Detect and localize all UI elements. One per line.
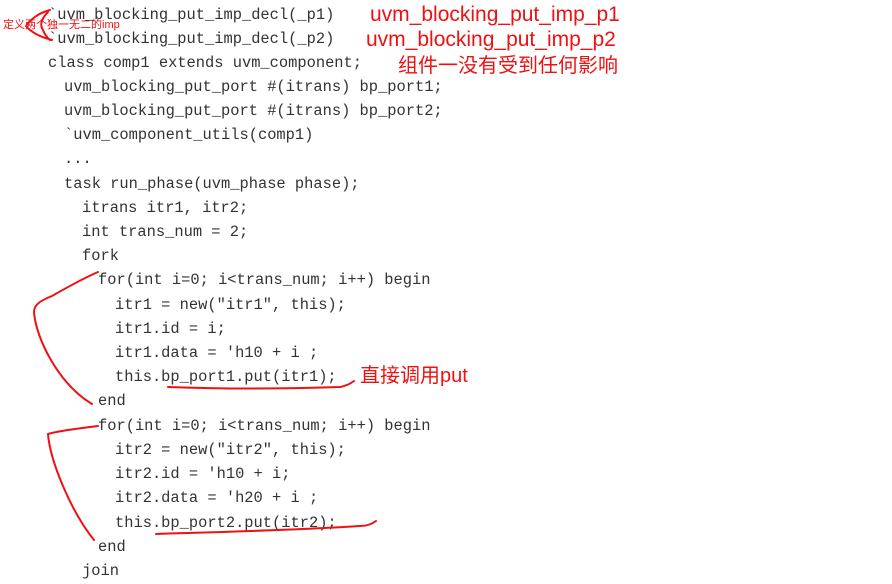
- annotation-component-note: 组件一没有受到任何影响: [398, 55, 618, 77]
- code-line: end: [98, 538, 126, 556]
- brace-stroke: [33, 271, 99, 405]
- annotation-put-note: 直接调用put: [360, 365, 468, 387]
- code-line: uvm_blocking_put_port #(itrans) bp_port2…: [64, 102, 443, 120]
- code-line: join: [82, 562, 119, 580]
- annotation-imp-p2: uvm_blocking_put_imp_p2: [366, 28, 616, 51]
- code-line: this.bp_port1.put(itr1);: [115, 368, 337, 386]
- code-line: uvm_blocking_put_port #(itrans) bp_port1…: [64, 78, 443, 96]
- code-line: itr1.id = i;: [115, 320, 226, 338]
- code-line: itr2.data = 'h20 + i ;: [115, 489, 319, 507]
- code-line: fork: [82, 247, 119, 265]
- annotation-define-note: 定义两个独一无二的imp: [3, 19, 120, 31]
- code-line: for(int i=0; i<trans_num; i++) begin: [98, 271, 431, 289]
- code-line: task run_phase(uvm_phase phase);: [64, 175, 360, 193]
- code-snippet-page: `uvm_blocking_put_imp_decl(_p1) `uvm_blo…: [0, 0, 892, 584]
- code-line: itr2.id = 'h10 + i;: [115, 465, 291, 483]
- code-line: this.bp_port2.put(itr2);: [115, 514, 337, 532]
- code-line: ...: [64, 150, 92, 168]
- code-line: itr1 = new("itr1", this);: [115, 296, 346, 314]
- code-line: `uvm_blocking_put_imp_decl(_p2): [48, 30, 335, 48]
- code-line: `uvm_component_utils(comp1): [64, 126, 314, 144]
- code-line: for(int i=0; i<trans_num; i++) begin: [98, 417, 431, 435]
- code-line: itrans itr1, itr2;: [82, 199, 249, 217]
- code-line: end: [98, 392, 126, 410]
- annotation-imp-p1: uvm_blocking_put_imp_p1: [370, 3, 620, 26]
- code-line: int trans_num = 2;: [82, 223, 249, 241]
- code-line: itr2 = new("itr2", this);: [115, 441, 346, 459]
- code-line: itr1.data = 'h10 + i ;: [115, 344, 319, 362]
- code-line: class comp1 extends uvm_component;: [48, 54, 363, 72]
- brace-stroke: [47, 425, 99, 541]
